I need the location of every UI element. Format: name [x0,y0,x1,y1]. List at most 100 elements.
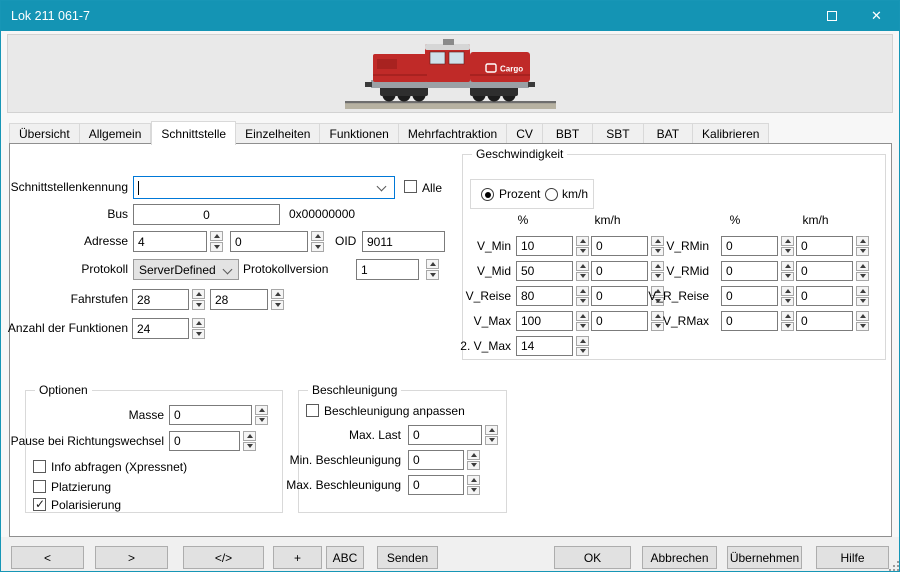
prozent-radio[interactable] [481,188,494,201]
pause-spinner[interactable] [243,431,256,451]
vmid-pct-spinner[interactable] [576,261,589,281]
maximize-button[interactable] [809,1,854,31]
vmid-pct-input[interactable] [516,261,573,281]
vrmid-kmh-spinner[interactable] [856,261,869,281]
vrmid-pct-input[interactable] [721,261,778,281]
kmh-radio[interactable] [545,188,558,201]
minb-spinner[interactable] [467,450,480,470]
vmax2-spinner[interactable] [576,336,589,356]
tab-einzelheiten[interactable]: Einzelheiten [236,123,320,144]
protokollversion-label: Protokollversion [243,262,328,276]
kennung-combobox[interactable] [133,176,395,199]
fahrstufen-spinner[interactable] [192,289,205,310]
tab-cv[interactable]: CV [507,123,543,144]
vmin-pct-spinner[interactable] [576,236,589,256]
vmin-kmh-spinner[interactable] [651,236,664,256]
vrmin-pct-input[interactable] [721,236,778,256]
funktionen-input[interactable] [132,318,189,339]
vreise-kmh-input[interactable] [591,286,648,306]
vmax-pct-input[interactable] [516,311,573,331]
masse-input[interactable] [169,405,252,425]
vrmax-pct-spinner[interactable] [781,311,794,331]
prev-button[interactable]: < [11,546,84,569]
vrmax-pct-input[interactable] [721,311,778,331]
geschwindigkeit-title: Geschwindigkeit [472,147,567,161]
vrreise-pct-spinner[interactable] [781,286,794,306]
abc-button[interactable]: ABC [326,546,364,569]
protokollversion-input[interactable] [356,259,419,280]
tab-mehrfachtraktion[interactable]: Mehrfachtraktion [399,123,507,144]
maxlast-spinner[interactable] [485,425,498,445]
vrreise-kmh-input[interactable] [796,286,853,306]
close-button[interactable]: ✕ [854,1,899,31]
tab-bbt[interactable]: BBT [543,123,593,144]
next-button[interactable]: > [95,546,168,569]
maxlast-input[interactable] [408,425,482,445]
vrmin-kmh-spinner[interactable] [856,236,869,256]
tab-schnittstelle[interactable]: Schnittstelle [151,121,236,145]
alle-checkbox[interactable] [404,180,417,193]
tab-funktionen[interactable]: Funktionen [320,123,398,144]
vrmin-pct-spinner[interactable] [781,236,794,256]
vreise-pct-spinner[interactable] [576,286,589,306]
code-button[interactable]: </> [183,546,264,569]
hilfe-button[interactable]: Hilfe [816,546,889,569]
tab-kalibrieren[interactable]: Kalibrieren [693,123,769,144]
protokoll-value: ServerDefined [139,263,216,277]
pause-label: Pause bei Richtungswechsel [11,434,164,448]
vrmin-kmh-input[interactable] [796,236,853,256]
vrmid-kmh-input[interactable] [796,261,853,281]
minb-input[interactable] [408,450,464,470]
titlebar[interactable]: Lok 211 061-7 ✕ [1,1,899,31]
resize-grip[interactable] [889,561,899,571]
beschleunigung-anpassen-label: Beschleunigung anpassen [324,404,465,418]
platzierung-checkbox[interactable] [33,480,46,493]
fahrstufen-input[interactable] [132,289,189,310]
abbrechen-button[interactable]: Abbrechen [642,546,717,569]
vmax-pct-spinner[interactable] [576,311,589,331]
add-button[interactable]: + [273,546,322,569]
vrreise-kmh-spinner[interactable] [856,286,869,306]
vmin-pct-input[interactable] [516,236,573,256]
vmid-kmh-input[interactable] [591,261,648,281]
chevron-down-icon[interactable] [377,182,387,192]
beschleunigung-anpassen-checkbox[interactable] [306,404,319,417]
ok-button[interactable]: OK [554,546,631,569]
vmax2-input[interactable] [516,336,573,356]
vrreise-pct-input[interactable] [721,286,778,306]
adresse-input[interactable] [133,231,207,252]
funktionen-spinner[interactable] [192,318,205,339]
fahrstufen2-spinner[interactable] [271,289,284,310]
vreise-pct-input[interactable] [516,286,573,306]
locomotive-image: Cargo [343,37,558,111]
vmax-kmh-input[interactable] [591,311,648,331]
adresse-spinner[interactable] [210,231,223,252]
bus-input[interactable] [133,204,280,225]
info-abfragen-checkbox[interactable] [33,460,46,473]
uebernehmen-button[interactable]: Übernehmen [727,546,802,569]
protokoll-dropdown[interactable]: ServerDefined [133,259,239,280]
tab-uebersicht[interactable]: Übersicht [9,123,80,144]
polarisierung-checkbox[interactable] [33,498,46,511]
oid-input[interactable] [362,231,445,252]
maxb-label: Max. Beschleunigung [286,478,401,492]
adresse2-spinner[interactable] [311,231,324,252]
masse-spinner[interactable] [255,405,268,425]
tab-allgemein[interactable]: Allgemein [80,123,152,144]
senden-button[interactable]: Senden [377,546,438,569]
fahrstufen2-input[interactable] [210,289,268,310]
maxb-spinner[interactable] [467,475,480,495]
vmax2-label: 2. V_Max [460,339,511,353]
adresse2-input[interactable] [230,231,308,252]
vmid-kmh-spinner[interactable] [651,261,664,281]
vrmax-kmh-input[interactable] [796,311,853,331]
maxb-input[interactable] [408,475,464,495]
tab-sbt[interactable]: SBT [593,123,643,144]
vmin-kmh-input[interactable] [591,236,648,256]
tab-bat[interactable]: BAT [644,123,693,144]
vrmid-pct-spinner[interactable] [781,261,794,281]
vrmax-kmh-spinner[interactable] [856,311,869,331]
maximize-icon [827,11,837,21]
pause-input[interactable] [169,431,240,451]
protokollversion-spinner[interactable] [426,259,439,280]
